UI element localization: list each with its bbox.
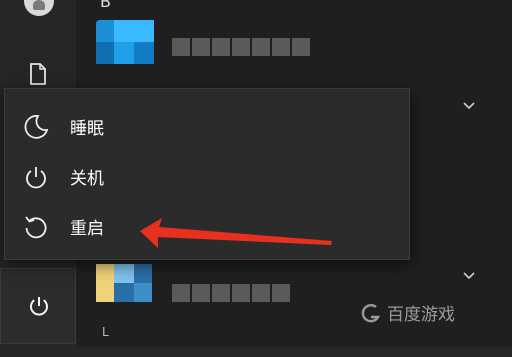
- document-icon[interactable]: [26, 62, 50, 86]
- chevron-down-icon[interactable]: [462, 268, 476, 282]
- user-avatar[interactable]: [24, 0, 54, 16]
- app-name-pixelated: [172, 38, 312, 56]
- chevron-down-icon[interactable]: [462, 98, 476, 112]
- app-tile[interactable]: [96, 260, 156, 310]
- app-tile[interactable]: [96, 16, 156, 66]
- menu-item-sleep[interactable]: 睡眠: [5, 101, 409, 151]
- app-name-pixelated: [172, 284, 292, 302]
- menu-item-shutdown[interactable]: 关机: [5, 151, 409, 201]
- moon-icon: [23, 114, 49, 140]
- menu-item-label: 关机: [70, 168, 104, 189]
- power-icon: [23, 164, 49, 190]
- menu-item-label: 重启: [70, 218, 104, 239]
- menu-item-label: 睡眠: [70, 118, 104, 139]
- watermark: 百度游戏: [360, 300, 455, 325]
- group-letter-b[interactable]: B: [100, 0, 111, 11]
- baidu-game-logo-icon: [361, 303, 381, 322]
- annotation-arrow: [140, 218, 332, 248]
- group-letter-l[interactable]: L: [102, 325, 109, 339]
- power-icon: [27, 294, 51, 322]
- app-list-bottom: [76, 346, 512, 357]
- power-button[interactable]: [0, 268, 76, 344]
- watermark-text: 百度游戏: [387, 305, 455, 325]
- restart-icon: [23, 214, 49, 240]
